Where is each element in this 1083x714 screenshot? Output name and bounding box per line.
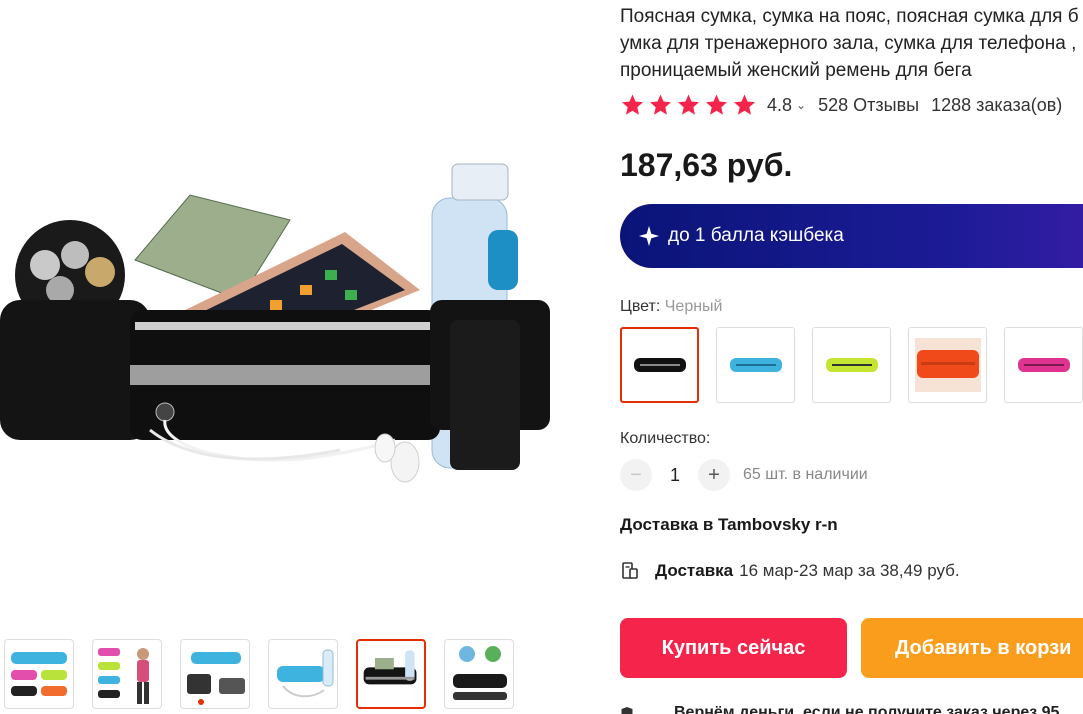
thumbnail-4[interactable] bbox=[268, 639, 338, 709]
product-title-line: проницаемый женский ремень для бега bbox=[620, 60, 972, 81]
thumbnail-6[interactable] bbox=[444, 639, 514, 709]
quantity-stepper: − 1 + 65 шт. в наличии bbox=[620, 459, 868, 491]
quantity-decrease-button[interactable]: − bbox=[620, 459, 652, 491]
cashback-icon bbox=[638, 225, 660, 247]
star-icon bbox=[622, 94, 643, 115]
color-swatches bbox=[620, 327, 1083, 403]
color-label-text: Цвет: bbox=[620, 298, 665, 315]
cashback-banner[interactable]: до 1 балла кэшбека bbox=[620, 204, 1083, 268]
reviews-link[interactable]: 528 Отзывы bbox=[818, 95, 919, 116]
delivery-details: 16 мар-23 мар за 38,49 руб. bbox=[739, 561, 960, 580]
product-price: 187,63 руб. bbox=[620, 147, 793, 183]
rating-value: 4.8 bbox=[767, 94, 793, 115]
delivery-icon bbox=[622, 562, 638, 579]
swatch-sky-blue[interactable] bbox=[716, 327, 795, 403]
selected-color: Черный bbox=[664, 298, 723, 315]
star-icon bbox=[706, 94, 727, 115]
cashback-text: до 1 балла кэшбека bbox=[668, 225, 844, 246]
chevron-down-icon[interactable]: ⌄ bbox=[796, 98, 806, 112]
shipping-destination[interactable]: Доставка в Tambovsky r-n bbox=[620, 515, 838, 535]
product-gallery bbox=[0, 0, 600, 714]
guarantee-text: Вернём деньги, если не получите заказ че… bbox=[674, 704, 1060, 714]
delivery-info: Доставка 16 мар-23 мар за 38,49 руб. bbox=[620, 561, 960, 581]
swatch-lime-green[interactable] bbox=[812, 327, 891, 403]
star-icon bbox=[734, 94, 755, 115]
product-title: Поясная сумка, сумка на пояс, поясная су… bbox=[620, 3, 1083, 84]
product-title-line: Поясная сумка, сумка на пояс, поясная су… bbox=[620, 6, 1079, 27]
thumbnail-2[interactable] bbox=[92, 639, 162, 709]
buy-now-button[interactable]: Купить сейчас bbox=[620, 618, 847, 678]
quantity-increase-button[interactable]: + bbox=[698, 459, 730, 491]
quantity-value[interactable]: 1 bbox=[652, 465, 698, 486]
add-to-cart-button[interactable]: Добавить в корзи bbox=[861, 618, 1083, 678]
color-label: Цвет: Черный bbox=[620, 298, 722, 316]
thumbnail-strip bbox=[4, 639, 514, 709]
thumbnail-1[interactable] bbox=[4, 639, 74, 709]
star-icon bbox=[678, 94, 699, 115]
swatch-black[interactable] bbox=[620, 327, 699, 403]
thumbnail-3[interactable] bbox=[180, 639, 250, 709]
thumbnail-5-selected[interactable] bbox=[356, 639, 426, 709]
main-product-image[interactable] bbox=[0, 150, 560, 500]
stock-count: 65 шт. в наличии bbox=[743, 466, 868, 483]
delivery-label: Доставка bbox=[655, 561, 734, 580]
guarantee-notice: Вернём деньги, если не получите заказ че… bbox=[620, 704, 1059, 714]
swatch-orange[interactable] bbox=[908, 327, 987, 403]
star-icon bbox=[650, 94, 671, 115]
product-info: Поясная сумка, сумка на пояс, поясная су… bbox=[620, 0, 1083, 714]
product-title-line: умка для тренажерного зала, сумка для те… bbox=[620, 33, 1077, 54]
quantity-label: Количество: bbox=[620, 430, 711, 447]
shield-icon bbox=[621, 707, 633, 714]
swatch-pink[interactable] bbox=[1004, 327, 1083, 403]
orders-count: 1288 заказа(ов) bbox=[931, 94, 1063, 115]
star-rating bbox=[620, 93, 757, 117]
rating-row: 4.8 ⌄ 528 Отзывы 1288 заказа(ов) bbox=[620, 93, 1062, 117]
